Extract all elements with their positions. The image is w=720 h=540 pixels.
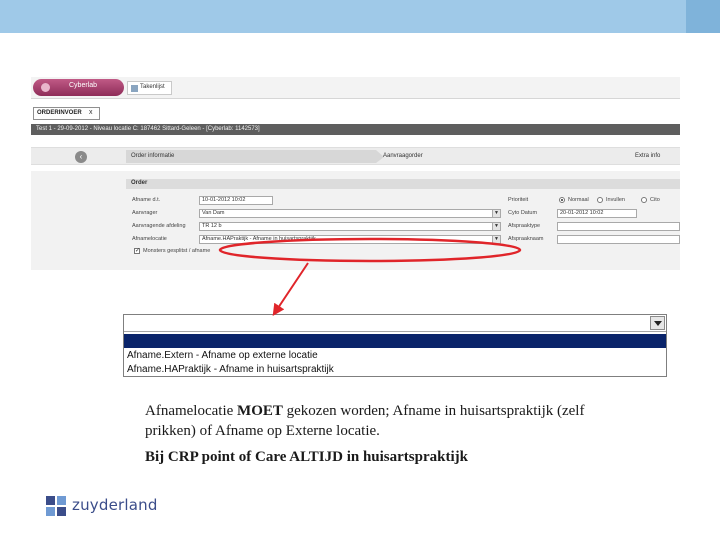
collection-location-select[interactable]: Afname.HAPraktijk - Afname in huisartspr… [199, 235, 501, 244]
form-header: Order [126, 179, 680, 189]
collection-location-dropdown[interactable]: Afname.Extern - Afname op externe locati… [123, 314, 667, 377]
priority-radio-normal[interactable] [559, 197, 565, 203]
split-samples-checkbox[interactable]: ✓ [134, 248, 140, 254]
field-label: Prioriteit [508, 197, 529, 203]
brand-name: zuyderland [72, 496, 158, 514]
tab-order-entry[interactable]: ORDERINVOER x [33, 107, 100, 120]
dropdown-highlight-row[interactable] [124, 334, 666, 348]
collection-date-input[interactable]: 10-01-2012 10:02 [199, 196, 273, 205]
step-order-info[interactable]: Order informatie [131, 153, 174, 159]
department-select[interactable]: TR 12 b ▼ [199, 222, 501, 231]
field-label: Aanvragende afdeling [132, 223, 186, 229]
step-extra-info[interactable]: Extra info [635, 153, 660, 159]
priority-option-label: Normaal [568, 197, 589, 203]
field-label: Afspraaktype [508, 223, 541, 229]
app-logo[interactable]: Cyberlab [33, 79, 124, 96]
priority-option-label: Cito [650, 197, 660, 203]
patient-bar: Test 1 - 29-09-2012 - Niveau locatie C: … [31, 124, 680, 135]
dropdown-option-external[interactable]: Afname.Extern - Afname op externe locati… [127, 350, 318, 361]
dropdown-field[interactable] [124, 315, 666, 332]
top-band [0, 0, 720, 33]
field-label: Afnamelocatie [132, 236, 167, 242]
form-header-title: Order [131, 180, 148, 186]
step-request-order[interactable]: Aanvraagorder [383, 153, 423, 159]
app-screenshot: Cyberlab Takenlijst ORDERINVOER x Test 1… [31, 77, 680, 270]
patient-info: Test 1 - 29-09-2012 - Niveau locatie C: … [36, 126, 260, 132]
order-tab-label: ORDERINVOER [37, 110, 82, 116]
field-label: Afspraaknaam [508, 236, 544, 242]
back-arrow-icon[interactable]: ‹ [75, 151, 87, 163]
wizard-steps: ‹ Order informatie Aanvraagorder Extra i… [31, 147, 680, 165]
priority-radio-fill[interactable] [597, 197, 603, 203]
tasklist-label: Takenlijst [140, 84, 165, 90]
chevron-down-icon[interactable] [650, 316, 665, 330]
app-logo-text: Cyberlab [69, 82, 98, 89]
field-label: Aanvrager [132, 210, 158, 216]
chevron-down-icon[interactable]: ▼ [492, 210, 500, 217]
requester-value: Van Dam [202, 210, 225, 216]
cyto-date-input[interactable]: 20-01-2012 10:02 [557, 209, 637, 218]
appointment-type-input[interactable] [557, 222, 680, 231]
checkbox-label: Monsters gesplitst / afname [143, 248, 211, 254]
chevron-down-icon[interactable]: ▼ [492, 223, 500, 230]
top-band-corner [686, 0, 720, 33]
department-value: TR 12 b [202, 223, 222, 229]
requester-select[interactable]: Van Dam ▼ [199, 209, 501, 218]
caption-note: Bij CRP point of Care ALTIJD in huisarts… [145, 449, 468, 465]
tasklist-tab[interactable]: Takenlijst [127, 81, 172, 95]
brand-mark-icon [46, 496, 66, 516]
caption-emphasis: MOET [237, 403, 283, 419]
priority-option-label: Invullen [606, 197, 625, 203]
annotation-arrow [272, 262, 309, 316]
caption-line1-pre: Afnamelocatie [145, 403, 238, 419]
field-label: Cyto Datum [508, 210, 538, 216]
close-icon[interactable]: x [89, 109, 93, 116]
chevron-down-icon[interactable]: ▼ [492, 236, 500, 243]
logo-icon [41, 83, 50, 92]
field-label: Afname d.t. [132, 197, 161, 203]
order-form: Order Afname d.t. 10-01-2012 10:02 Aanvr… [31, 171, 680, 270]
priority-radio-cito[interactable] [641, 197, 647, 203]
tasklist-icon [131, 85, 138, 92]
app-topbar: Cyberlab Takenlijst [31, 77, 680, 99]
collection-location-value: Afname.HAPraktijk - Afname in huisartspr… [202, 236, 316, 242]
caption-text: Afnamelocatie MOET gekozen worden; Afnam… [145, 401, 615, 441]
appointment-name-input[interactable] [557, 235, 680, 244]
dropdown-option-gp-practice[interactable]: Afname.HAPraktijk - Afname in huisartspr… [127, 364, 334, 375]
